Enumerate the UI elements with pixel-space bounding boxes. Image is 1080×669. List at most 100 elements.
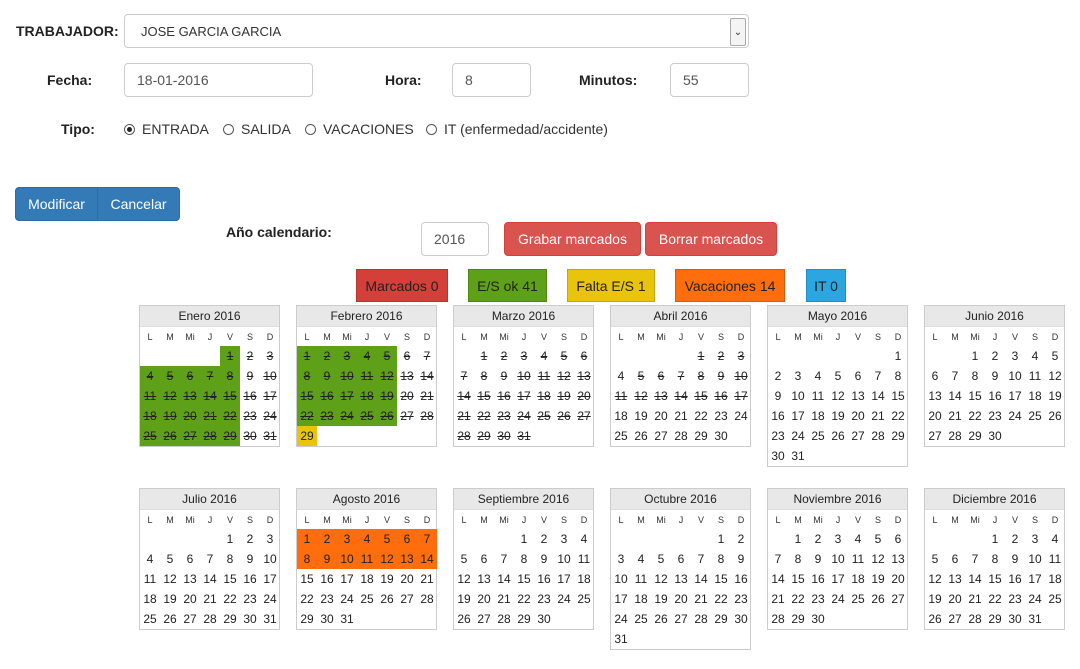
calendar-day[interactable]: 9 (731, 549, 751, 569)
calendar-day[interactable]: 14 (945, 386, 965, 406)
calendar-day[interactable]: 1 (888, 346, 908, 366)
calendar-day[interactable]: 14 (200, 569, 220, 589)
calendar-day[interactable]: 30 (808, 609, 828, 629)
calendar-day[interactable]: 7 (691, 549, 711, 569)
calendar-day[interactable]: 13 (671, 569, 691, 589)
calendar-day[interactable]: 15 (297, 386, 317, 406)
calendar-day[interactable]: 31 (514, 426, 534, 446)
calendar-day[interactable]: 21 (200, 406, 220, 426)
calendar-day[interactable]: 23 (240, 589, 260, 609)
calendar-day[interactable]: 12 (925, 569, 945, 589)
calendar-day[interactable]: 29 (297, 426, 317, 446)
calendar-day[interactable]: 11 (140, 569, 160, 589)
radio-checked-icon[interactable] (124, 123, 135, 135)
calendar-day[interactable]: 28 (200, 609, 220, 629)
calendar-day[interactable]: 24 (1005, 406, 1025, 426)
calendar-day[interactable]: 28 (417, 589, 437, 609)
calendar-day[interactable]: 28 (417, 406, 437, 426)
calendar-day[interactable]: 30 (240, 609, 260, 629)
calendar-day[interactable]: 23 (985, 406, 1005, 426)
calendar-day[interactable]: 14 (417, 549, 437, 569)
calendar-day[interactable]: 6 (397, 346, 417, 366)
calendar-day[interactable]: 16 (240, 569, 260, 589)
calendar-day[interactable]: 7 (417, 346, 437, 366)
delete-marks-button[interactable]: Borrar marcados (645, 222, 777, 256)
calendar-day[interactable]: 21 (454, 406, 474, 426)
calendar-day[interactable]: 2 (494, 346, 514, 366)
calendar-day[interactable]: 14 (691, 569, 711, 589)
calendar-day[interactable]: 10 (611, 569, 631, 589)
calendar-day[interactable]: 21 (868, 406, 888, 426)
calendar-day[interactable]: 20 (651, 406, 671, 426)
chevron-down-icon[interactable]: ⌄ (730, 18, 746, 46)
calendar-day[interactable]: 9 (317, 549, 337, 569)
calendar-day[interactable]: 29 (965, 426, 985, 446)
calendar-day[interactable]: 19 (828, 406, 848, 426)
calendar-day[interactable]: 26 (828, 426, 848, 446)
calendar-day[interactable]: 1 (691, 346, 711, 366)
calendar-day[interactable]: 3 (1025, 529, 1045, 549)
calendar-day[interactable]: 30 (240, 426, 260, 446)
calendar-day[interactable]: 14 (965, 569, 985, 589)
calendar-day[interactable]: 4 (611, 366, 631, 386)
calendar-day[interactable]: 11 (357, 549, 377, 569)
calendar-day[interactable]: 7 (945, 366, 965, 386)
calendar-day[interactable]: 28 (200, 426, 220, 446)
hour-field[interactable]: 8 (452, 63, 531, 97)
calendar-day[interactable]: 12 (377, 366, 397, 386)
calendar-day[interactable]: 18 (1045, 569, 1065, 589)
calendar-day[interactable]: 1 (474, 346, 494, 366)
calendar-day[interactable]: 7 (200, 366, 220, 386)
calendar-day[interactable]: 17 (788, 406, 808, 426)
calendar-day[interactable]: 20 (888, 569, 908, 589)
calendar-day[interactable]: 9 (240, 366, 260, 386)
calendar-day[interactable]: 27 (397, 406, 417, 426)
calendar-day[interactable]: 10 (788, 386, 808, 406)
calendar-day[interactable]: 11 (140, 386, 160, 406)
calendar-day[interactable]: 1 (965, 346, 985, 366)
calendar-day[interactable]: 6 (848, 366, 868, 386)
calendar-day[interactable]: 25 (574, 589, 594, 609)
calendar-day[interactable]: 18 (574, 569, 594, 589)
calendar-day[interactable]: 29 (474, 426, 494, 446)
calendar-day[interactable]: 18 (357, 386, 377, 406)
calendar-day[interactable]: 30 (317, 609, 337, 629)
calendar-day[interactable]: 2 (711, 346, 731, 366)
calendar-day[interactable]: 25 (357, 589, 377, 609)
radio-unchecked-icon[interactable] (426, 123, 437, 135)
calendar-day[interactable]: 15 (691, 386, 711, 406)
calendar-day[interactable]: 17 (1025, 569, 1045, 589)
calendar-day[interactable]: 13 (651, 386, 671, 406)
calendar-day[interactable]: 24 (731, 406, 751, 426)
calendar-day[interactable]: 29 (220, 426, 240, 446)
calendar-day[interactable]: 18 (140, 406, 160, 426)
calendar-day[interactable]: 13 (945, 569, 965, 589)
calendar-day[interactable]: 5 (925, 549, 945, 569)
calendar-day[interactable]: 6 (651, 366, 671, 386)
calendar-day[interactable]: 31 (1025, 609, 1045, 629)
calendar-day[interactable]: 15 (788, 569, 808, 589)
calendar-day[interactable]: 22 (985, 589, 1005, 609)
calendar-day[interactable]: 10 (1025, 549, 1045, 569)
calendar-day[interactable]: 6 (574, 346, 594, 366)
calendar-day[interactable]: 9 (808, 549, 828, 569)
calendar-day[interactable]: 4 (574, 529, 594, 549)
calendar-day[interactable]: 4 (357, 529, 377, 549)
calendar-day[interactable]: 13 (574, 366, 594, 386)
calendar-day[interactable]: 11 (574, 549, 594, 569)
calendar-day[interactable]: 8 (965, 366, 985, 386)
calendar-day[interactable]: 5 (377, 346, 397, 366)
calendar-day[interactable]: 24 (337, 589, 357, 609)
calendar-day[interactable]: 15 (711, 569, 731, 589)
calendar-day[interactable]: 26 (554, 406, 574, 426)
calendar-day[interactable]: 2 (240, 529, 260, 549)
calendar-day[interactable]: 2 (808, 529, 828, 549)
calendar-day[interactable]: 28 (945, 426, 965, 446)
calendar-day[interactable]: 21 (945, 406, 965, 426)
calendar-day[interactable]: 5 (828, 366, 848, 386)
calendar-day[interactable]: 20 (574, 386, 594, 406)
cancel-button[interactable]: Cancelar (97, 187, 180, 221)
calendar-day[interactable]: 24 (260, 589, 280, 609)
calendar-day[interactable]: 23 (711, 406, 731, 426)
calendar-day[interactable]: 30 (711, 426, 731, 446)
